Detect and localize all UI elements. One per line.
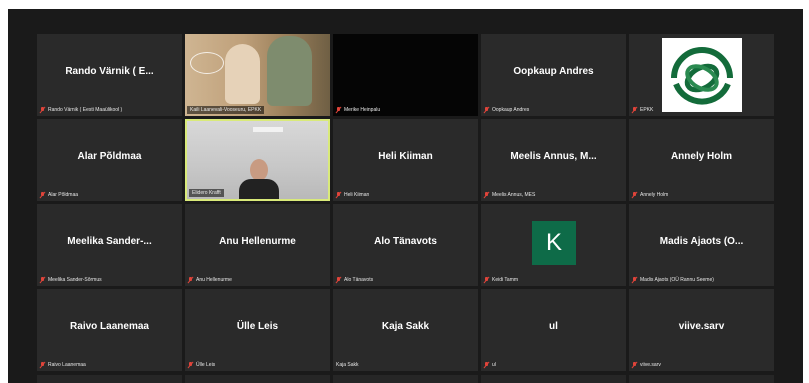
mic-muted-icon — [484, 107, 489, 113]
participant-label: Meelis Annus, MES — [484, 192, 535, 198]
participant-tile[interactable]: Annely Holm Annely Holm — [629, 119, 774, 201]
mic-muted-icon — [40, 277, 45, 283]
participant-tile-video-off[interactable]: Merike Heinpalu — [333, 34, 478, 116]
participant-label: Ülle Leis — [188, 362, 215, 368]
participant-name: Meelis Annus, M... — [510, 151, 597, 162]
mic-muted-icon — [188, 362, 193, 368]
participant-name: Annely Holm — [670, 151, 733, 162]
participant-label: Elidero Krafft — [189, 189, 224, 197]
participant-webcam — [187, 121, 328, 199]
participant-name: ul — [549, 321, 558, 332]
participant-label: Heli Kiiman — [336, 192, 369, 198]
participant-label: Alar Põldmaa — [40, 192, 78, 198]
watermark-logo — [190, 52, 224, 74]
participant-label: Kaili Laanevali-Vooseuru, EPKK — [187, 106, 265, 114]
mic-muted-icon — [188, 277, 193, 283]
participant-tile[interactable]: Oopkaup Andres Oopkaup Andres — [481, 34, 626, 116]
next-row-tiles-partial — [37, 375, 774, 383]
participant-name: viive.sarv — [678, 321, 725, 332]
mic-muted-icon — [336, 192, 341, 198]
mic-muted-icon — [632, 362, 637, 368]
mic-muted-icon — [632, 107, 637, 113]
participant-label: Rando Värnik ( Eesti Maaülikool ) — [40, 107, 122, 113]
participant-label: Oopkaup Andres — [484, 107, 529, 113]
participant-label: Alo Tänavots — [336, 277, 373, 283]
participant-tile[interactable]: viive.sarv viive.sarv — [629, 289, 774, 371]
participant-tile[interactable]: ul ul — [481, 289, 626, 371]
participant-tile[interactable]: Anu Hellenurme Anu Hellenurme — [185, 204, 330, 286]
mic-muted-icon — [484, 192, 489, 198]
participant-tile[interactable]: Raivo Laanemaa Raivo Laanemaa — [37, 289, 182, 371]
organization-logo — [662, 38, 742, 112]
participant-tile-avatar[interactable]: K Keidi Tamm — [481, 204, 626, 286]
mic-muted-icon — [40, 362, 45, 368]
mic-muted-icon — [336, 107, 341, 113]
participant-name: Alar Põldmaa — [77, 151, 142, 162]
participant-name: Rando Värnik ( E... — [65, 66, 154, 77]
meeting-gallery-view: Rando Värnik ( E... Rando Värnik ( Eesti… — [8, 9, 803, 383]
participant-label: Meelika Sander-Sõrmus — [40, 277, 102, 283]
participant-name: Heli Kiiman — [378, 151, 433, 162]
mic-muted-icon — [484, 277, 489, 283]
mic-muted-icon — [40, 107, 45, 113]
participant-name: Madis Ajaots (O... — [659, 236, 744, 247]
participant-name: Raivo Laanemaa — [70, 321, 149, 332]
participant-tile[interactable]: Meelis Annus, M... Meelis Annus, MES — [481, 119, 626, 201]
participant-label: Kaja Sakk — [336, 362, 359, 368]
participant-label: Annely Holm — [632, 192, 668, 198]
participant-label: ul — [484, 362, 496, 368]
participant-label: viive.sarv — [632, 362, 661, 368]
participant-name: Alo Tänavots — [374, 236, 437, 247]
participant-tile[interactable]: Madis Ajaots (O... Madis Ajaots (OÜ Rann… — [629, 204, 774, 286]
participant-tile[interactable]: Kaja Sakk Kaja Sakk — [333, 289, 478, 371]
participant-tile[interactable]: Rando Värnik ( E... Rando Värnik ( Eesti… — [37, 34, 182, 116]
participant-avatar: K — [532, 221, 576, 265]
participant-tile[interactable]: Heli Kiiman Heli Kiiman — [333, 119, 478, 201]
participant-label: Madis Ajaots (OÜ Rannu Seeme) — [632, 277, 714, 283]
participant-label: Raivo Laanemaa — [40, 362, 86, 368]
participant-tile[interactable]: Alo Tänavots Alo Tänavots — [333, 204, 478, 286]
participant-name: Oopkaup Andres — [513, 66, 594, 77]
participant-label: Merike Heinpalu — [336, 107, 380, 113]
participant-photo — [185, 34, 330, 116]
participant-name: Meelika Sander-... — [67, 236, 152, 247]
participant-label: EPKK — [632, 107, 653, 113]
mic-muted-icon — [40, 192, 45, 198]
participant-tile-active-speaker[interactable]: Elidero Krafft — [185, 119, 330, 201]
participant-grid: Rando Värnik ( E... Rando Värnik ( Eesti… — [37, 34, 774, 371]
participant-label: Keidi Tamm — [484, 277, 518, 283]
participant-name: Anu Hellenurme — [219, 236, 296, 247]
participant-name: Ülle Leis — [236, 321, 279, 332]
chamber-logo-icon — [662, 38, 742, 112]
participant-tile[interactable]: Meelika Sander-... Meelika Sander-Sõrmus — [37, 204, 182, 286]
participant-tile[interactable]: Alar Põldmaa Alar Põldmaa — [37, 119, 182, 201]
mic-muted-icon — [632, 277, 637, 283]
participant-tile-video[interactable]: Kaili Laanevali-Vooseuru, EPKK — [185, 34, 330, 116]
mic-muted-icon — [484, 362, 489, 368]
mic-muted-icon — [632, 192, 637, 198]
participant-tile-logo[interactable]: EPKK — [629, 34, 774, 116]
mic-muted-icon — [336, 277, 341, 283]
participant-tile[interactable]: Ülle Leis Ülle Leis — [185, 289, 330, 371]
participant-name: Kaja Sakk — [381, 321, 430, 332]
participant-label: Anu Hellenurme — [188, 277, 232, 283]
